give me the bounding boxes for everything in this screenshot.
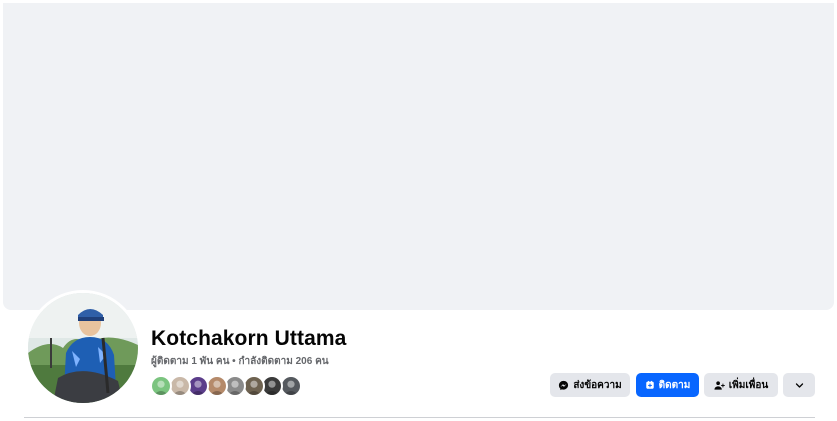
- follow-stats[interactable]: ผู้ติดตาม 1 พัน คน • กำลังติดตาม 206 คน: [151, 354, 329, 369]
- profile-header: Kotchakorn Uttama ผู้ติดตาม 1 พัน คน • ก…: [0, 0, 837, 421]
- friend-avatar-image: [263, 377, 281, 395]
- friend-avatar-image: [170, 377, 189, 395]
- profile-name: Kotchakorn Uttama: [151, 327, 347, 350]
- cover-photo[interactable]: [3, 3, 834, 310]
- friend-avatar-image: [244, 377, 263, 395]
- friend-avatar[interactable]: [150, 375, 172, 397]
- message-button[interactable]: ส่งข้อความ: [550, 373, 630, 397]
- add-friend-button-label: เพิ่มเพื่อน: [728, 379, 769, 391]
- more-options-button[interactable]: [783, 373, 815, 397]
- add-friend-button[interactable]: เพิ่มเพื่อน: [704, 373, 778, 397]
- friend-avatar-image: [226, 377, 244, 395]
- friend-avatar-image: [152, 377, 170, 395]
- profile-photo-image: [28, 293, 138, 403]
- message-button-label: ส่งข้อความ: [573, 379, 622, 391]
- friend-avatar-image: [189, 377, 207, 395]
- profile-photo: [28, 293, 138, 403]
- header-divider: [24, 417, 815, 418]
- chevron-down-icon: [795, 382, 803, 388]
- messenger-icon: [559, 380, 569, 390]
- friend-avatar-image: [281, 377, 300, 395]
- follow-button[interactable]: ติดตาม: [636, 373, 699, 397]
- friend-avatar-image: [207, 377, 226, 395]
- add-friend-icon: [714, 380, 725, 390]
- follow-icon: [645, 380, 654, 389]
- profile-avatar[interactable]: [25, 290, 141, 406]
- follow-button-label: ติดตาม: [658, 379, 691, 391]
